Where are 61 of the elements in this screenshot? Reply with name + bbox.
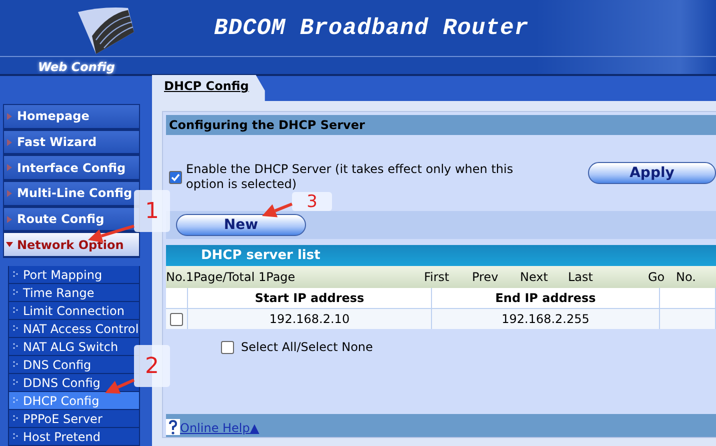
- submenu-item[interactable]: Port Mapping: [8, 266, 140, 284]
- bullet-icon: [13, 342, 19, 349]
- list-title: DHCP server list: [166, 245, 716, 266]
- menu-item[interactable]: Fast Wizard: [3, 130, 140, 156]
- new-button[interactable]: New: [176, 214, 306, 236]
- bullet-icon: [13, 270, 19, 277]
- bullet-icon: [13, 360, 19, 367]
- table-cell: [660, 288, 716, 308]
- select-all-label: Select All/Select None: [241, 340, 373, 354]
- apply-button[interactable]: Apply: [588, 162, 716, 184]
- submenu-item[interactable]: DDNS Config: [8, 374, 140, 392]
- table-cell: 192.168.2.10: [188, 308, 432, 329]
- page-status: No.1Page/Total 1Page: [166, 270, 296, 284]
- pager-link[interactable]: Last: [568, 270, 648, 284]
- router-title: BDCOM Broadband Router: [214, 15, 529, 41]
- menu-item[interactable]: Homepage: [3, 104, 140, 130]
- enable-checkbox[interactable]: [169, 170, 182, 184]
- tab[interactable]: DHCP Config: [152, 75, 265, 101]
- caret-icon: [6, 242, 13, 248]
- pager-link[interactable]: First: [424, 270, 472, 284]
- step-number-tooltip: 2: [134, 345, 170, 387]
- submenu-item[interactable]: Host Pretend: [8, 428, 140, 446]
- select-all-checkbox[interactable]: [221, 340, 234, 354]
- submenu-item[interactable]: Time Range: [8, 284, 140, 302]
- callout-arrow: [105, 378, 135, 394]
- submenu-item[interactable]: NAT ALG Switch: [8, 338, 140, 356]
- menu-item[interactable]: Interface Config: [3, 155, 140, 182]
- step-number-tooltip: 3: [292, 192, 332, 211]
- page-number-label: No.: [676, 270, 696, 284]
- caret-icon: [7, 216, 12, 223]
- column-header: End IP address: [432, 288, 660, 308]
- submenu-item[interactable]: NAT Access Control: [8, 320, 140, 338]
- go-link[interactable]: Go: [648, 270, 676, 284]
- pager-link[interactable]: Next: [520, 270, 568, 284]
- enable-label: Enable the DHCP Server (it takes effect only when this option is selected): [186, 162, 514, 192]
- web-config-label: Web Config: [38, 60, 116, 74]
- section-title: Configuring the DHCP Server: [166, 115, 716, 135]
- logo-icon: [78, 6, 134, 54]
- bullet-icon: [13, 378, 19, 385]
- menu-item[interactable]: Multi-Line Config: [3, 181, 140, 207]
- caret-icon: [7, 138, 12, 146]
- help-icon: [166, 419, 180, 435]
- bullet-icon: [13, 324, 19, 331]
- pager-link[interactable]: Prev: [472, 270, 520, 284]
- bullet-icon: [13, 432, 19, 439]
- bullet-icon: [13, 288, 19, 295]
- menu-item[interactable]: Network Option: [3, 232, 140, 258]
- row-checkbox[interactable]: [170, 312, 183, 326]
- callout-arrow: [262, 202, 293, 218]
- bullet-icon: [13, 396, 19, 403]
- step-number-tooltip: 1: [134, 190, 170, 232]
- bullet-icon: [13, 306, 19, 313]
- submenu-item[interactable]: PPPoE Server: [8, 410, 140, 428]
- caret-icon: [7, 112, 12, 120]
- caret-icon: [7, 164, 12, 172]
- submenu-item[interactable]: DHCP Config: [8, 392, 140, 410]
- submenu-item[interactable]: Limit Connection: [8, 302, 140, 320]
- bullet-icon: [13, 414, 19, 421]
- table-cell: 192.168.2.255: [432, 308, 660, 329]
- column-header: Start IP address: [188, 288, 432, 308]
- caret-icon: [7, 190, 12, 197]
